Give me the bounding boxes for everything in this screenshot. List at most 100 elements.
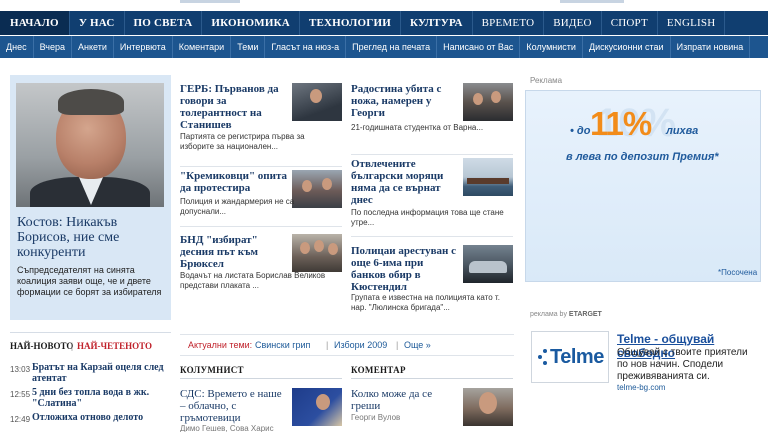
news-title-link[interactable]: 5 дни без топла вода в жк. "Слатина": [32, 387, 172, 409]
tab-latest[interactable]: НАЙ-НОВОТО: [10, 341, 73, 351]
top-strip: [0, 0, 768, 10]
thumb-figure: [316, 394, 330, 410]
telme-ad-url[interactable]: telme-bg.com: [617, 383, 665, 392]
subnav-item-yesterday[interactable]: Вчера: [34, 36, 72, 58]
story-card: Полицаи арестуван с още 6-има при банков…: [351, 245, 513, 320]
news-title-link[interactable]: Братът на Карзай оцеля след атентат: [32, 362, 172, 384]
tab-separator: |: [71, 341, 73, 351]
nav-item-bulgaria[interactable]: У НАС: [70, 11, 125, 35]
columnist-card: СДС: Времето е наше – облачно, с гръмоте…: [180, 388, 342, 432]
subnav-item-voice[interactable]: Гласът на нюз-а: [265, 36, 347, 58]
subnav-item-send-news[interactable]: Изпрати новина: [671, 36, 751, 58]
topic-separator: |: [326, 340, 329, 350]
story-title-link[interactable]: Полицаи арестуван с още 6-има при банков…: [351, 245, 459, 293]
story-summary: 21-годишната студентка от Варна...: [351, 123, 484, 132]
latest-news-tabs: НАЙ-НОВОТО | НАЙ-ЧЕТЕНОТО: [10, 332, 171, 354]
etarget-brand[interactable]: ETARGET: [569, 311, 602, 318]
story-title-link[interactable]: ГЕРБ: Първанов да говори за толерантност…: [180, 83, 288, 131]
story-title-link[interactable]: Отвлечените български моряци няма да се …: [351, 158, 459, 206]
thumb-car-shape: [469, 261, 507, 273]
sub-navigation: Днес Вчера Анкети Интервюта Коментари Те…: [0, 36, 768, 58]
thumb-figure: [473, 93, 483, 105]
ad-prefix: • до: [570, 125, 591, 137]
latest-news-list: 13:03 Братът на Карзай оцеля след атента…: [10, 362, 171, 432]
story-title-link[interactable]: БНД "избират" десния път към Брюксел: [180, 234, 288, 270]
story-thumbnail[interactable]: [463, 158, 513, 196]
story-thumbnail[interactable]: [463, 83, 513, 121]
nav-item-technology[interactable]: ТЕХНОЛОГИИ: [300, 11, 401, 35]
tab-most-read[interactable]: НАЙ-ЧЕТЕНОТО: [77, 341, 152, 351]
story-summary: Групата е известна на полицията като т. …: [351, 293, 500, 312]
nav-item-economy[interactable]: ИКОНОМИКА: [202, 11, 300, 35]
lead-story-summary: Съпредседателят на синята коалиция заяви…: [17, 265, 162, 297]
subnav-item-interviews[interactable]: Интервюта: [114, 36, 173, 58]
story-thumbnail[interactable]: [292, 83, 342, 121]
main-navigation: НАЧАЛО У НАС ПО СВЕТА ИКОНОМИКА ТЕХНОЛОГ…: [0, 11, 768, 35]
subnav-item-polls[interactable]: Анкети: [72, 36, 114, 58]
subnav-item-discussion-rooms[interactable]: Дискусионни стаи: [583, 36, 671, 58]
columnist-thumbnail[interactable]: [292, 388, 342, 426]
columnist-heading: КОЛУМНИСТ: [180, 365, 244, 375]
story-divider: [351, 154, 513, 155]
thumb-figure: [314, 240, 324, 252]
top-scroll-bar-left: [180, 0, 240, 3]
nav-item-weather[interactable]: ВРЕМЕТО: [473, 11, 545, 35]
topic-link-elections[interactable]: Избори 2009: [334, 335, 387, 355]
thumb-figure: [300, 242, 310, 254]
subnav-item-topics[interactable]: Теми: [231, 36, 266, 58]
topic-link-more[interactable]: Още »: [404, 335, 431, 355]
story-divider: [180, 226, 342, 227]
topic-link-swine-flu[interactable]: Свински грип: [255, 335, 310, 355]
story-title-link[interactable]: Радостина убита с ножа, намерен у Георги: [351, 83, 459, 119]
ad-banner-deposit[interactable]: 10% • до 11% лихва в лева по депозит Пре…: [525, 90, 761, 282]
nav-item-video[interactable]: ВИДЕО: [544, 11, 602, 35]
telme-logo[interactable]: Telme: [531, 331, 609, 383]
story-thumbnail[interactable]: [292, 234, 342, 272]
story-card: Отвлечените български моряци няма да се …: [351, 158, 513, 237]
story-divider: [180, 166, 342, 167]
story-summary: По последна информация това ще стане утр…: [351, 208, 504, 227]
thumb-figure: [328, 243, 338, 255]
columnist-author: Димо Гешев, Сова Харис: [180, 424, 274, 432]
lead-story-photo[interactable]: [16, 83, 164, 207]
subnav-item-press-review[interactable]: Преглед на печата: [346, 36, 438, 58]
list-item: 12:49 Отложиха отново делото: [10, 412, 171, 432]
story-card: ГЕРБ: Първанов да говори за толерантност…: [180, 83, 342, 167]
nav-item-world[interactable]: ПО СВЕТА: [125, 11, 203, 35]
thumb-figure: [322, 178, 332, 190]
thumb-figure: [491, 91, 501, 103]
story-title-link[interactable]: "Кремиковци" опита да протестира: [180, 170, 288, 194]
nav-item-home[interactable]: НАЧАЛО: [0, 11, 70, 35]
lead-photo-hair: [58, 89, 124, 115]
story-card: БНД "избират" десния път към Брюксел Вод…: [180, 234, 342, 314]
subnav-item-comments[interactable]: Коментари: [173, 36, 232, 58]
telme-ad-text: Общувай с твоите приятели по нов начин. …: [617, 347, 748, 382]
etarget-credit: реклама by ETARGET: [530, 311, 602, 318]
subnav-item-today[interactable]: Днес: [0, 36, 34, 58]
nav-item-english[interactable]: ENGLISH: [658, 11, 726, 35]
ad-line2: в лева по депозит Премия*: [566, 151, 719, 163]
hot-topics-bar: Актуални теми: Свински грип | Избори 200…: [180, 334, 514, 356]
comment-card: Колко може да се греши Георги Вулов: [351, 388, 513, 432]
list-item: 12:55 5 дни без топла вода в жк. "Слатин…: [10, 387, 171, 412]
nav-item-sport[interactable]: СПОРТ: [602, 11, 658, 35]
ad-label: Реклама: [530, 76, 563, 85]
lead-story-headline[interactable]: Костов: Никакъв Борисов, ние сме конкуре…: [17, 215, 167, 260]
etarget-prefix: реклама by: [530, 311, 567, 318]
ad-footnote: *Посочена: [718, 268, 758, 277]
nav-item-culture[interactable]: КУЛТУРА: [401, 11, 473, 35]
columnist-title-link[interactable]: СДС: Времето е наше – облачно, с гръмоте…: [180, 388, 286, 424]
subnav-item-columnists[interactable]: Колумнисти: [520, 36, 583, 58]
news-time: 12:49: [10, 415, 31, 424]
comment-title-link[interactable]: Колко може да се греши: [351, 388, 457, 412]
columnist-divider: [180, 378, 342, 379]
news-time: 13:03: [10, 365, 31, 374]
story-thumbnail[interactable]: [463, 245, 513, 283]
top-scroll-bar-right: [560, 0, 624, 3]
thumb-figure: [310, 89, 322, 103]
subnav-item-user-written[interactable]: Написано от Вас: [437, 36, 521, 58]
story-summary: Водачът на листата Борислав Великов пред…: [180, 271, 326, 290]
telme-logo-text: Telme: [550, 346, 604, 368]
news-title-link[interactable]: Отложиха отново делото: [32, 412, 172, 423]
story-summary: Полиция и жандармерия не са допуснали...: [180, 197, 295, 216]
